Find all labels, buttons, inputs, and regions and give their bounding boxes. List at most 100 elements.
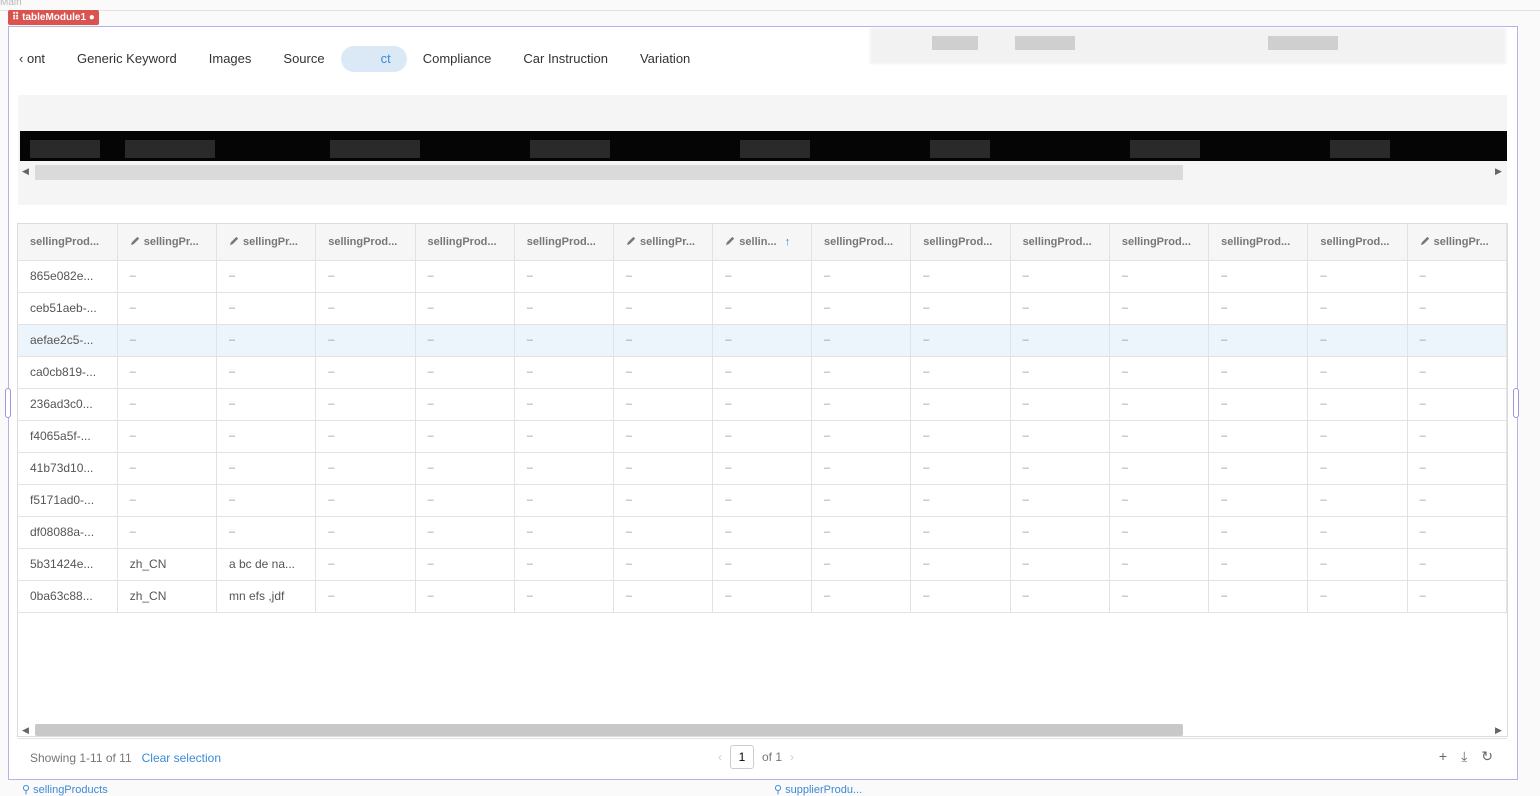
table-cell[interactable]: – (613, 420, 714, 453)
tab-car-instruction[interactable]: Car Instruction (507, 46, 624, 72)
table-cell[interactable]: – (514, 388, 615, 421)
table-cell[interactable]: – (910, 548, 1011, 581)
column-header[interactable]: sellingPr... (117, 224, 217, 261)
table-cell[interactable]: – (315, 484, 416, 517)
table-cell[interactable]: f4065a5f-... (18, 420, 118, 453)
table-cell[interactable]: – (811, 324, 912, 357)
tab-variation[interactable]: Variation (624, 46, 706, 72)
column-header[interactable]: sellingPr... (613, 224, 714, 261)
table-cell[interactable]: – (117, 356, 217, 389)
column-header[interactable]: sellingProd... (811, 224, 912, 261)
table-cell[interactable]: – (811, 356, 912, 389)
table-cell[interactable]: – (1010, 324, 1110, 357)
table-cell[interactable]: – (1407, 356, 1507, 389)
table-cell[interactable]: – (216, 420, 317, 453)
table-cell[interactable]: – (1208, 260, 1309, 293)
table-cell[interactable]: – (1307, 260, 1408, 293)
table-row[interactable]: f4065a5f-... – – – – – – – – – – – – – – (18, 420, 1507, 453)
table-cell[interactable]: aefae2c5-... (18, 324, 118, 357)
refresh-icon[interactable]: ↻ (1481, 748, 1493, 765)
table-cell[interactable]: – (712, 548, 813, 581)
table-cell[interactable]: – (811, 292, 912, 325)
table-cell[interactable]: – (514, 452, 615, 485)
table-row[interactable]: 5b31424e... zh_CN a bc de na... – – – – – – – – – – –… (18, 548, 1507, 581)
table-cell[interactable]: – (1109, 420, 1210, 453)
table-cell[interactable]: – (910, 420, 1011, 453)
column-header[interactable]: sellingProd... (1010, 224, 1110, 261)
table-cell[interactable]: – (1010, 388, 1110, 421)
table-cell[interactable]: – (712, 260, 813, 293)
preview-scrollbar-thumb[interactable] (35, 165, 1183, 180)
linked-module-supplier-products[interactable]: ⚲ supplierProdu... (774, 783, 862, 796)
table-cell[interactable]: – (1407, 292, 1507, 325)
table-cell[interactable]: a bc de na... (216, 548, 317, 581)
table-cell[interactable]: zh_CN (117, 548, 217, 581)
table-cell[interactable]: – (117, 388, 217, 421)
table-cell[interactable]: – (910, 580, 1011, 613)
table-cell[interactable]: – (1307, 580, 1408, 613)
module-badge[interactable]: ⠿ tableModule1 ● (8, 10, 99, 25)
table-cell[interactable]: – (910, 484, 1011, 517)
table-cell[interactable]: – (811, 388, 912, 421)
table-cell[interactable]: 5b31424e... (18, 548, 118, 581)
table-cell[interactable]: 236ad3c0... (18, 388, 118, 421)
table-cell[interactable]: – (514, 580, 615, 613)
table-cell[interactable]: – (712, 580, 813, 613)
table-cell[interactable]: 0ba63c88... (18, 580, 118, 613)
table-cell[interactable]: – (315, 324, 416, 357)
table-cell[interactable]: – (514, 260, 615, 293)
table-cell[interactable]: – (415, 292, 515, 325)
table-cell[interactable]: – (315, 388, 416, 421)
table-row[interactable]: 0ba63c88... zh_CN mn efs ,jdf – – – – – – – – – – – – (18, 580, 1507, 613)
table-cell[interactable]: – (811, 484, 912, 517)
table-cell[interactable]: – (1307, 420, 1408, 453)
table-cell[interactable]: – (415, 548, 515, 581)
column-header[interactable]: sellingProd... (1208, 224, 1309, 261)
table-cell[interactable]: – (1307, 356, 1408, 389)
table-cell[interactable]: – (712, 420, 813, 453)
table-cell[interactable]: – (712, 484, 813, 517)
table-cell[interactable]: – (1307, 324, 1408, 357)
table-cell[interactable]: – (1307, 452, 1408, 485)
table-cell[interactable]: – (1407, 324, 1507, 357)
tab-generic-keyword[interactable]: Generic Keyword (61, 46, 193, 72)
table-cell[interactable]: – (613, 260, 714, 293)
table-cell[interactable]: – (613, 452, 714, 485)
table-cell[interactable]: – (415, 356, 515, 389)
preview-scroll-left-icon[interactable]: ◀ (22, 166, 29, 177)
table-cell[interactable]: – (1208, 388, 1309, 421)
table-cell[interactable]: – (811, 580, 912, 613)
table-cell[interactable]: – (1010, 580, 1110, 613)
table-row[interactable]: 236ad3c0... – – – – – – – – – – – – – – (18, 388, 1507, 421)
preview-scroll-right-icon[interactable]: ▶ (1495, 166, 1502, 177)
table-cell[interactable]: – (514, 324, 615, 357)
table-cell[interactable]: mn efs ,jdf (216, 580, 317, 613)
table-cell[interactable]: – (315, 516, 416, 549)
table-cell[interactable]: – (1407, 580, 1507, 613)
table-cell[interactable]: – (415, 260, 515, 293)
table-cell[interactable]: – (415, 324, 515, 357)
table-cell[interactable]: – (1407, 260, 1507, 293)
column-header[interactable]: sellingProd... (1307, 224, 1408, 261)
table-cell[interactable]: – (910, 356, 1011, 389)
table-cell[interactable]: – (1208, 548, 1309, 581)
table-cell[interactable]: – (1109, 292, 1210, 325)
table-cell[interactable]: – (216, 484, 317, 517)
table-cell[interactable]: – (1010, 548, 1110, 581)
table-cell[interactable]: – (514, 516, 615, 549)
table-cell[interactable]: – (811, 260, 912, 293)
table-cell[interactable]: – (117, 516, 217, 549)
table-cell[interactable]: – (1010, 292, 1110, 325)
table-cell[interactable]: – (1208, 452, 1309, 485)
table-cell[interactable]: 41b73d10... (18, 452, 118, 485)
table-row[interactable]: ca0cb819-... – – – – – – – – – – – – – – (18, 356, 1507, 389)
table-cell[interactable]: – (117, 260, 217, 293)
resize-handle-left[interactable] (5, 388, 11, 418)
table-cell[interactable]: – (117, 420, 217, 453)
table-cell[interactable]: – (514, 548, 615, 581)
table-cell[interactable]: – (811, 452, 912, 485)
table-cell[interactable]: – (1407, 388, 1507, 421)
table-row[interactable]: ceb51aeb-... – – – – – – – – – – – – – – (18, 292, 1507, 325)
table-row[interactable]: 41b73d10... – – – – – – – – – – – – – – (18, 452, 1507, 485)
table-cell[interactable]: f5171ad0-... (18, 484, 118, 517)
